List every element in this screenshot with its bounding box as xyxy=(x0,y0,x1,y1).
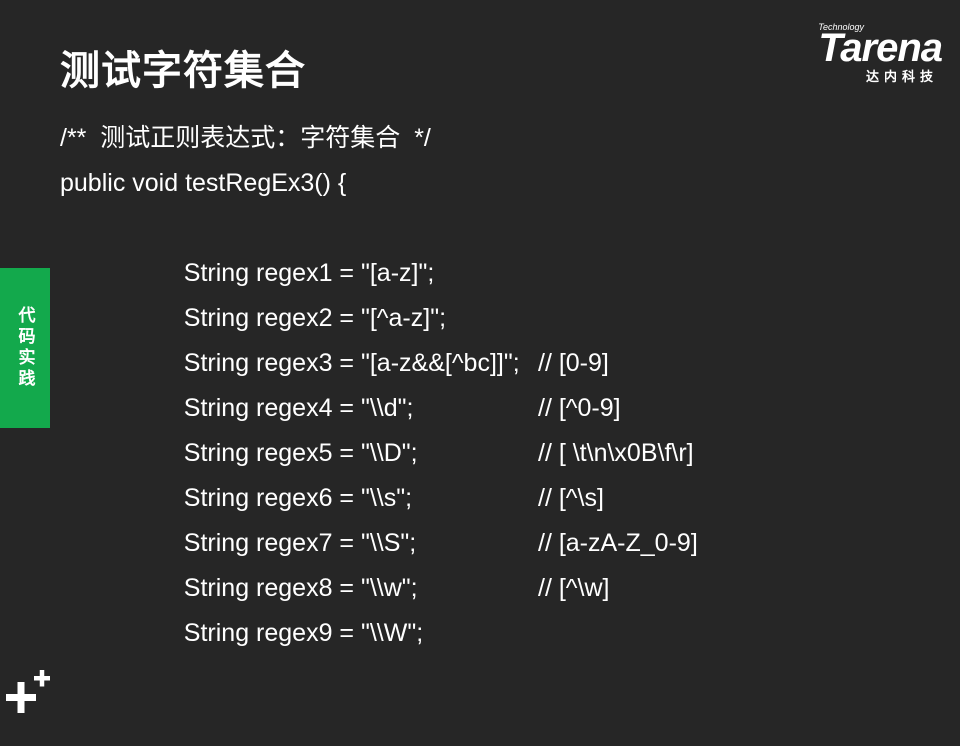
code-comment-line: /** 测试正则表达式：字符集合 */ xyxy=(60,124,431,152)
code-line: String regex9 = "\\W"; // [^\w] xyxy=(60,566,610,647)
code-statement: String regex9 = "\\W"; xyxy=(183,619,424,647)
code-line: String regex6 = "\\s"; // [ \t\n\x0B\f\r… xyxy=(60,431,694,512)
code-block: /** 测试正则表达式：字符集合 */ public void testRegE… xyxy=(60,116,698,647)
code-line: String regex2 = "[^a-z]"; xyxy=(60,251,520,332)
code-comment: // [^0-9] xyxy=(538,394,621,422)
logo-chinese-text: 达内科技 xyxy=(865,70,938,85)
code-comment: // [^\w] xyxy=(538,574,610,602)
code-line: String regex4 = "\\d"; // [0-9] xyxy=(60,341,609,422)
code-practice-tab: 代码实践 xyxy=(0,268,50,428)
method-signature-line: public void testRegEx3() { xyxy=(60,169,347,197)
plus-plus-icon xyxy=(6,670,50,713)
code-line: String regex1 = "[a-z]"; xyxy=(60,206,520,287)
logo-brand-text: Tarena xyxy=(818,26,943,70)
code-line: String regex3 = "[a-z&&[^bc]]"; xyxy=(60,296,520,377)
code-comment: // [^\s] xyxy=(538,484,604,512)
code-comment: // [a-zA-Z_0-9] xyxy=(538,529,698,557)
code-line: String regex8 = "\\w"; // [a-zA-Z_0-9] xyxy=(60,521,698,602)
code-line: String regex5 = "\\D"; // [^0-9] xyxy=(60,386,621,467)
code-comment: // [ \t\n\x0B\f\r] xyxy=(538,439,694,467)
code-line: String regex7 = "\\S"; // [^\s] xyxy=(60,476,604,557)
code-comment: // [0-9] xyxy=(538,349,609,377)
tarena-logo: Technology Tarena 达内科技 xyxy=(772,22,943,85)
page-title: 测试字符集合 xyxy=(60,48,306,94)
code-practice-label: 代码实践 xyxy=(14,306,35,390)
